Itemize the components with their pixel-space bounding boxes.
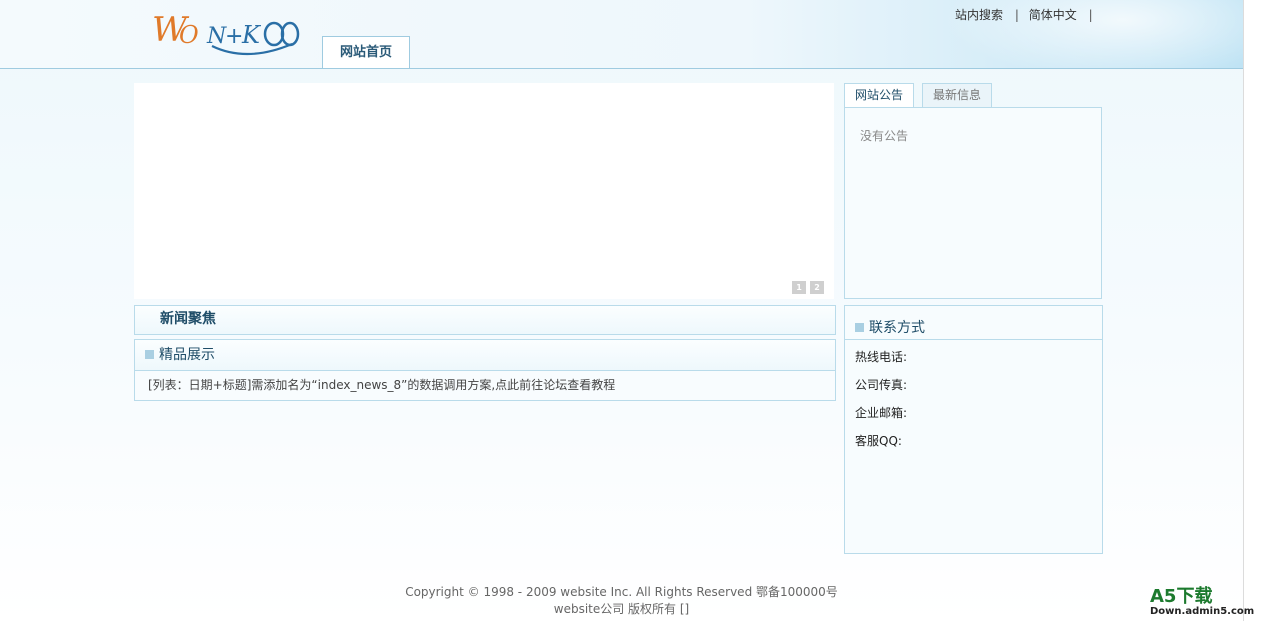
products-header: 精品展示 (135, 340, 835, 371)
products-section: 精品展示 [列表：日期+标题]需添加名为“index_news_8”的数据调用方… (134, 339, 836, 401)
watermark-sub: Down.admin5.com (1150, 606, 1255, 617)
footer-copyright: Copyright © 1998 - 2009 website Inc. All… (405, 585, 838, 599)
contact-fax: 公司传真: (855, 378, 908, 392)
contact-header: 联系方式 (845, 306, 1102, 340)
contact-title: 联系方式 (869, 320, 925, 336)
site-footer: Copyright © 1998 - 2009 website Inc. All… (0, 584, 1243, 618)
svg-text:O: O (179, 21, 199, 49)
nav-tab-home[interactable]: 网站首页 (322, 36, 410, 68)
wonkoo-logo[interactable]: W O N + K (152, 8, 302, 56)
slide-button-2[interactable]: 2 (810, 281, 824, 294)
watermark-main: A5下载 (1150, 586, 1213, 607)
tab-site-notice[interactable]: 网站公告 (844, 83, 914, 109)
page-scrollbar[interactable] (1243, 0, 1263, 621)
a5-watermark-logo: A5下载 Down.admin5.com (1150, 588, 1254, 618)
news-focus-title[interactable]: 新闻聚焦 (160, 311, 216, 327)
site-search-link[interactable]: 站内搜索 (955, 6, 1003, 23)
link-separator: | (1014, 8, 1019, 22)
svg-text:N: N (206, 24, 227, 49)
contact-panel: 联系方式 热线电话: 公司传真: 企业邮箱: 客服QQ: (844, 305, 1103, 554)
contact-qq: 客服QQ: (855, 434, 902, 448)
top-links: 站内搜索 | 简体中文 | (955, 6, 1099, 23)
square-bullet-icon (145, 349, 154, 359)
svg-text:+: + (225, 24, 243, 49)
banner-slideshow[interactable]: 1 2 (134, 83, 834, 299)
notice-text: 没有公告 (860, 129, 909, 143)
footer-rights: website公司 版权所有 [] (553, 602, 690, 616)
products-body-link[interactable]: [列表：日期+标题]需添加名为“index_news_8”的数据调用方案,点此前… (135, 371, 835, 399)
notice-panel: 没有公告 (844, 107, 1102, 299)
products-title[interactable]: 精品展示 (159, 347, 215, 363)
square-bullet-icon (855, 322, 864, 332)
svg-text:K: K (241, 21, 262, 49)
contact-email: 企业邮箱: (855, 406, 908, 420)
contact-hotline: 热线电话: (855, 350, 908, 364)
news-focus-section: 新闻聚焦 (134, 305, 836, 335)
slide-button-1[interactable]: 1 (792, 281, 806, 294)
simplified-chinese-link[interactable]: 简体中文 (1029, 6, 1077, 23)
site-header: W O N + K 站内搜索 | 简体中文 | 网站首页 (0, 0, 1243, 69)
tab-latest-info[interactable]: 最新信息 (922, 83, 992, 108)
link-separator: | (1088, 8, 1093, 22)
